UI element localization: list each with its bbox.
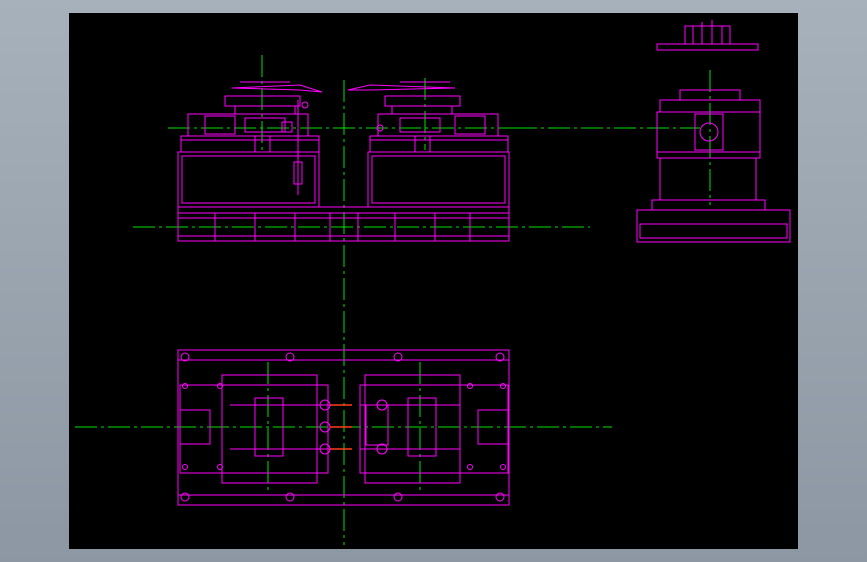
front-view-left[interactable] [177, 81, 323, 208]
front-view-right[interactable] [347, 81, 510, 208]
centerlines [75, 55, 711, 545]
side-view[interactable] [636, 20, 791, 243]
cad-drawing [75, 20, 791, 545]
accent-markers [330, 404, 352, 450]
